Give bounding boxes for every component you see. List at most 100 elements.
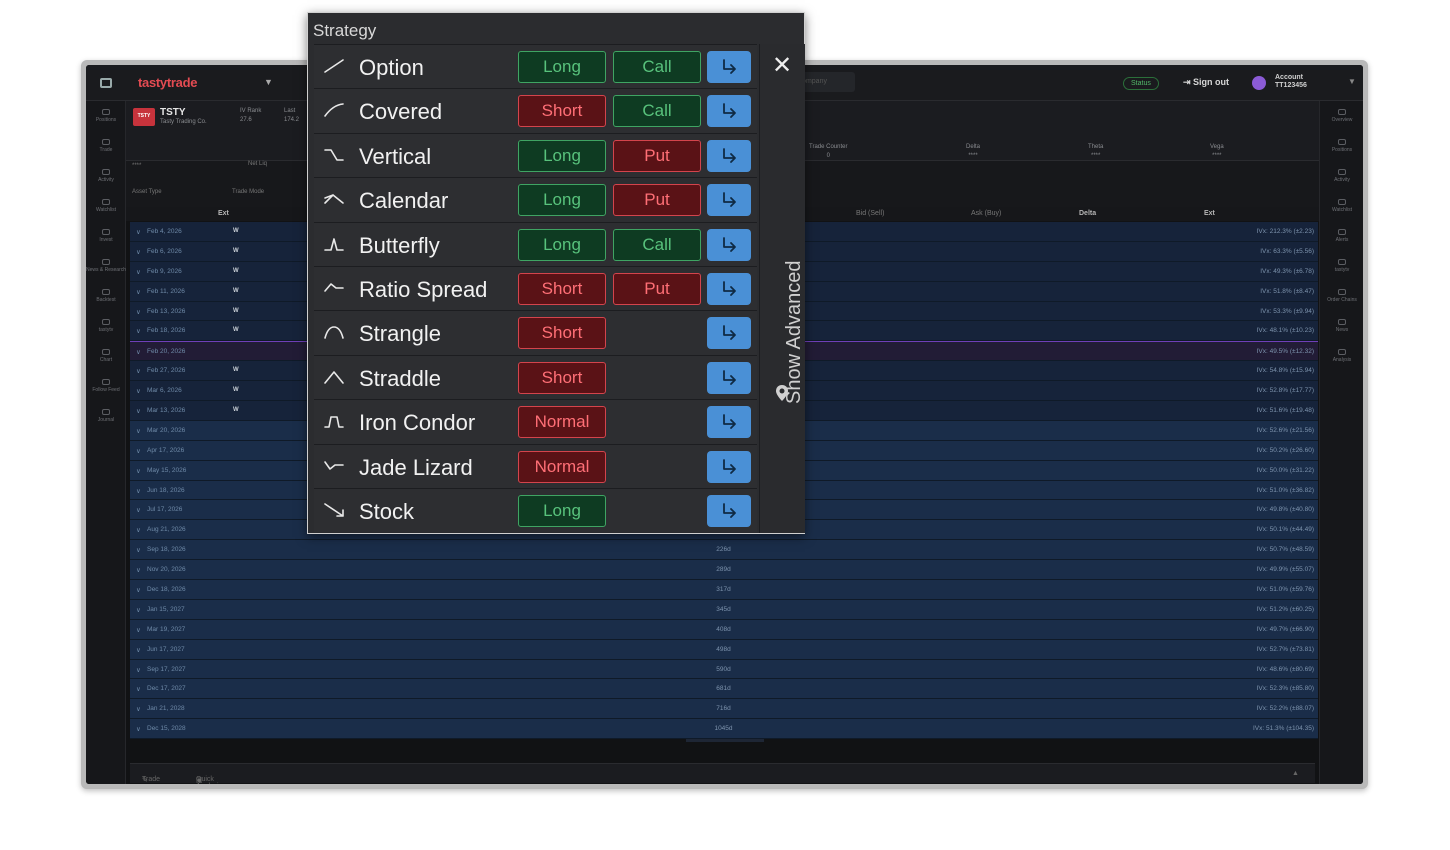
- direction-toggle[interactable]: Short: [518, 95, 606, 128]
- chevron-down-icon[interactable]: ∨: [136, 268, 141, 276]
- apply-strategy-button[interactable]: [707, 494, 751, 527]
- nav-item-order-chains[interactable]: Order Chains: [1320, 281, 1363, 311]
- table-row[interactable]: ∨ Dec 18, 2026 317d IVx: 51.0% (±59.76): [130, 580, 1318, 600]
- chevron-down-icon[interactable]: ∨: [136, 626, 141, 634]
- chevron-down-icon[interactable]: ∨: [136, 705, 141, 713]
- chevron-down-icon[interactable]: ∨: [136, 308, 141, 316]
- nav-item-positions[interactable]: Positions: [1320, 131, 1363, 161]
- nav-item-chart[interactable]: Chart: [86, 341, 126, 371]
- direction-toggle[interactable]: Short: [518, 317, 606, 350]
- apply-strategy-button[interactable]: [707, 51, 751, 83]
- apply-strategy-button[interactable]: [707, 139, 751, 172]
- ext-header-right[interactable]: Ext: [1204, 210, 1215, 217]
- nav-glyph-icon: [102, 169, 110, 175]
- option-type-toggle[interactable]: Put: [613, 139, 701, 172]
- chevron-down-icon[interactable]: ∨: [136, 447, 141, 455]
- apply-strategy-button[interactable]: [707, 317, 751, 350]
- table-row[interactable]: ∨ Mar 19, 2027 408d IVx: 49.7% (±66.90): [130, 619, 1318, 640]
- chevron-down-icon[interactable]: ∨: [136, 248, 141, 256]
- chevron-down-icon[interactable]: ∨: [136, 566, 141, 574]
- chevron-down-icon[interactable]: ∨: [136, 586, 141, 594]
- avatar[interactable]: [1252, 76, 1266, 90]
- chevron-down-icon[interactable]: ∨: [136, 367, 141, 375]
- option-type-toggle[interactable]: Call: [613, 51, 701, 83]
- chevron-down-icon[interactable]: ∨: [136, 646, 141, 654]
- table-row[interactable]: ∨ Jan 21, 2028 716d IVx: 52.2% (±88.07): [130, 699, 1318, 720]
- delta-header[interactable]: Delta: [1079, 210, 1096, 217]
- sidebar-toggle-icon[interactable]: [100, 78, 112, 88]
- direction-toggle[interactable]: Long: [518, 228, 606, 261]
- status-badge[interactable]: Status: [1123, 77, 1159, 90]
- table-row[interactable]: ∨ Dec 15, 2028 1045d IVx: 51.3% (±104.35): [130, 719, 1318, 740]
- chevron-down-icon[interactable]: ∨: [136, 526, 141, 534]
- nav-item-watchlist[interactable]: Watchlist: [86, 191, 126, 221]
- chevron-down-icon[interactable]: ∨: [136, 288, 141, 296]
- sign-out-button[interactable]: ⇥ Sign out: [1183, 77, 1229, 88]
- chevron-down-icon[interactable]: ∨: [136, 725, 141, 733]
- table-row[interactable]: ∨ Nov 20, 2026 289d IVx: 49.9% (±55.07): [130, 560, 1318, 581]
- account-chevron-icon[interactable]: ▼: [1348, 77, 1356, 86]
- table-row[interactable]: ∨ Jun 17, 2027 498d IVx: 52.7% (±73.81): [130, 639, 1318, 660]
- symbol-ticker[interactable]: TSTY: [160, 107, 186, 118]
- direction-toggle[interactable]: Long: [518, 139, 606, 172]
- option-type-toggle[interactable]: Call: [613, 228, 701, 261]
- chevron-down-icon[interactable]: ∨: [136, 348, 141, 356]
- expand-icon[interactable]: ▲: [1292, 770, 1299, 777]
- table-row[interactable]: ∨ Jan 15, 2027 345d IVx: 51.2% (±60.25): [130, 599, 1318, 620]
- apply-strategy-button[interactable]: [707, 228, 751, 261]
- chevron-down-icon[interactable]: ∨: [136, 387, 141, 395]
- nav-item-alerts[interactable]: Alerts: [1320, 221, 1363, 251]
- direction-toggle[interactable]: Normal: [518, 406, 606, 439]
- chevron-down-icon[interactable]: ∨: [136, 228, 141, 236]
- nav-item-follow-feed[interactable]: Follow Feed: [86, 371, 126, 401]
- nav-item-positions[interactable]: Positions: [86, 101, 126, 131]
- option-type-toggle[interactable]: Put: [613, 272, 701, 305]
- nav-item-trade[interactable]: Trade: [86, 131, 126, 161]
- chevron-down-icon[interactable]: ∨: [136, 407, 141, 415]
- option-type-toggle[interactable]: Call: [613, 95, 701, 128]
- chevron-down-icon[interactable]: ∨: [136, 487, 141, 495]
- nav-item-activity[interactable]: Activity: [1320, 161, 1363, 191]
- apply-strategy-button[interactable]: [707, 450, 751, 483]
- chevron-down-icon[interactable]: ∨: [136, 606, 141, 614]
- nav-item-journal[interactable]: Journal: [86, 401, 126, 431]
- table-row[interactable]: ∨ Dec 17, 2027 681d IVx: 52.3% (±85.80): [130, 679, 1318, 700]
- account-menu[interactable]: Account TT123456: [1275, 74, 1307, 90]
- nav-glyph-icon: [1338, 259, 1346, 265]
- nav-item-overview[interactable]: Overview: [1320, 101, 1363, 131]
- direction-toggle[interactable]: Long: [518, 184, 606, 217]
- direction-toggle[interactable]: Long: [518, 494, 606, 527]
- direction-toggle[interactable]: Short: [518, 361, 606, 394]
- option-type-toggle[interactable]: Put: [613, 184, 701, 217]
- nav-item-analysis[interactable]: Analysis: [1320, 341, 1363, 371]
- nav-item-activity[interactable]: Activity: [86, 161, 126, 191]
- nav-item-watchlist[interactable]: Watchlist: [1320, 191, 1363, 221]
- nav-item-backtest[interactable]: Backtest: [86, 281, 126, 311]
- chevron-down-icon[interactable]: ∨: [136, 327, 141, 335]
- apply-strategy-button[interactable]: [707, 95, 751, 128]
- nav-item-tastytv[interactable]: tastytv: [1320, 251, 1363, 281]
- chevron-down-icon[interactable]: ∨: [136, 427, 141, 435]
- nav-item-tastytv[interactable]: tastytv: [86, 311, 126, 341]
- chevron-down-icon[interactable]: ∨: [136, 666, 141, 674]
- chevron-down-icon[interactable]: ▼: [264, 77, 273, 87]
- nav-item-news-research[interactable]: News & Research: [86, 251, 126, 281]
- ext-header[interactable]: Ext: [218, 210, 229, 217]
- apply-strategy-button[interactable]: [707, 361, 751, 394]
- direction-toggle[interactable]: Short: [518, 272, 606, 305]
- table-row[interactable]: ∨ Sep 17, 2027 590d IVx: 48.6% (±80.69): [130, 659, 1318, 680]
- show-advanced-toggle[interactable]: Show Advanced: [783, 261, 806, 404]
- chevron-down-icon[interactable]: ∨: [136, 685, 141, 693]
- apply-strategy-button[interactable]: [707, 184, 751, 217]
- close-icon[interactable]: ✕: [772, 54, 792, 78]
- chevron-down-icon[interactable]: ∨: [136, 467, 141, 475]
- chevron-down-icon[interactable]: ∨: [136, 506, 141, 514]
- table-row[interactable]: ∨ Sep 18, 2026 226d IVx: 50.7% (±48.59): [130, 540, 1318, 561]
- chevron-down-icon[interactable]: ∨: [136, 546, 141, 554]
- nav-item-invest[interactable]: Invest: [86, 221, 126, 251]
- apply-strategy-button[interactable]: [707, 406, 751, 439]
- direction-toggle[interactable]: Normal: [518, 450, 606, 483]
- direction-toggle[interactable]: Long: [518, 51, 606, 83]
- nav-item-news[interactable]: News: [1320, 311, 1363, 341]
- apply-strategy-button[interactable]: [707, 272, 751, 305]
